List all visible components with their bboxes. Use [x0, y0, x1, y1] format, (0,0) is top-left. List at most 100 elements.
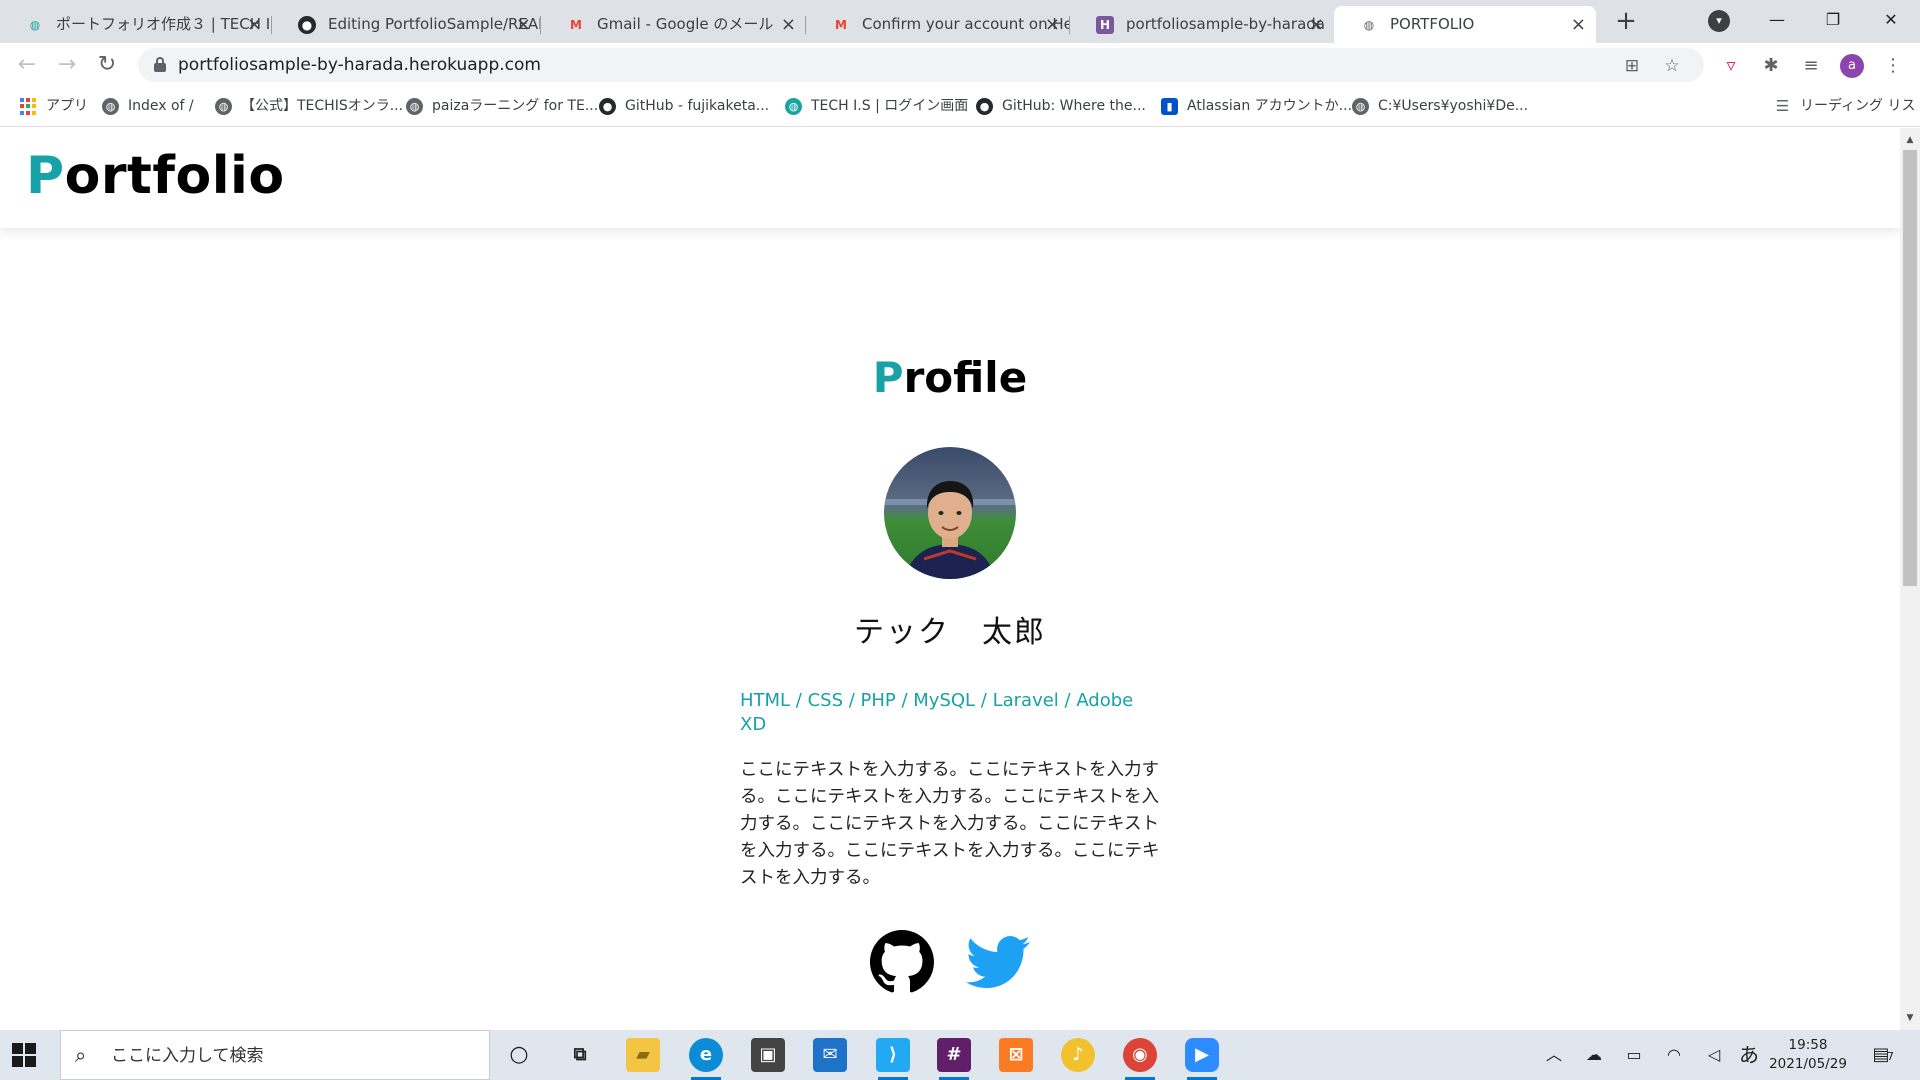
- clock-time: 19:58: [1788, 1037, 1828, 1053]
- browser-tab[interactable]: H portfoliosample-by-harada ×: [1070, 6, 1334, 43]
- profile-avatar[interactable]: a: [1840, 54, 1864, 78]
- site-header: Portfolio: [0, 128, 1900, 228]
- notification-icon[interactable]: 7 ▤: [1868, 1042, 1894, 1068]
- bookmark-item[interactable]: ▮ Atlassian アカウントか...: [1161, 87, 1352, 125]
- bookmark-item[interactable]: ● GitHub: Where the...: [976, 87, 1146, 125]
- github-icon: ●: [298, 16, 316, 34]
- cortana-icon[interactable]: ○: [502, 1038, 536, 1072]
- battery-icon[interactable]: ▭: [1620, 1030, 1648, 1080]
- scrollbar-thumb[interactable]: [1903, 150, 1917, 586]
- browser-tab[interactable]: ● Editing PortfolioSample/README ×: [272, 6, 541, 43]
- media-control-icon[interactable]: ≡: [1800, 55, 1822, 77]
- bookmarks-bar: アプリ ◍ Index of / ◍ 【公式】TECHISオンラ... ◍ pa…: [0, 87, 1920, 127]
- close-tab-icon[interactable]: ×: [1571, 6, 1586, 43]
- bookmark-item[interactable]: ◍ TECH I.S | ログイン画面: [785, 87, 968, 125]
- site-logo[interactable]: Portfolio: [26, 146, 285, 206]
- logo-text: ortfolio: [64, 146, 285, 206]
- bookmark-item[interactable]: ◍ 【公式】TECHISオンラ...: [215, 87, 403, 125]
- bookmark-item[interactable]: ◍ C:¥Users¥yoshi¥De...: [1352, 87, 1528, 125]
- wifi-icon[interactable]: ◠: [1660, 1030, 1688, 1080]
- lock-icon[interactable]: [154, 57, 166, 72]
- slack-icon[interactable]: #: [937, 1038, 971, 1080]
- ime-indicator[interactable]: あ: [1735, 1030, 1763, 1080]
- browser-toolbar: ← → ↻ portfoliosample-by-harada.herokuap…: [0, 43, 1920, 87]
- reading-list-icon: ☰: [1775, 97, 1790, 115]
- bookmark-item[interactable]: ◍ paizaラーニング for TE...: [406, 87, 598, 125]
- pocket-extension-icon[interactable]: ▿: [1720, 55, 1742, 77]
- volume-icon[interactable]: ◁: [1700, 1030, 1728, 1080]
- browser-tab[interactable]: M Confirm your account on Heroku ×: [806, 6, 1070, 43]
- search-placeholder: ここに入力して検索: [111, 1046, 264, 1066]
- edge-icon[interactable]: e: [689, 1038, 723, 1080]
- reading-list-label: リーディング リスト: [1800, 98, 1920, 114]
- windows-start-icon[interactable]: [12, 1043, 36, 1067]
- bookmark-label: C:¥Users¥yoshi¥De...: [1378, 98, 1529, 114]
- close-window-icon[interactable]: ✕: [1868, 0, 1914, 40]
- github-icon: ●: [599, 98, 616, 115]
- close-tab-icon[interactable]: ×: [1045, 6, 1060, 43]
- globe-icon: ◍: [29, 18, 41, 32]
- zoom-icon[interactable]: ▶: [1185, 1038, 1219, 1080]
- taskbar-search-box[interactable]: ⌕ ここに入力して検索: [60, 1030, 490, 1080]
- bookmark-label: 【公式】TECHISオンラ...: [241, 98, 404, 114]
- globe-icon: ◍: [1352, 98, 1369, 115]
- scroll-up-arrow-icon[interactable]: ▲: [1900, 132, 1920, 148]
- bookmark-item[interactable]: ● GitHub - fujikaketa...: [599, 87, 769, 125]
- reading-list-button[interactable]: ☰ リーディング リスト: [1774, 87, 1920, 125]
- mail-icon[interactable]: ✉: [813, 1038, 847, 1072]
- forward-arrow-icon[interactable]: →: [51, 49, 83, 81]
- notification-count: 7: [1887, 1050, 1894, 1063]
- back-arrow-icon[interactable]: ←: [11, 49, 43, 81]
- onedrive-icon[interactable]: ☁: [1580, 1030, 1608, 1080]
- social-links: [0, 930, 1900, 994]
- music-icon[interactable]: ♪: [1061, 1038, 1095, 1072]
- tab-search-icon[interactable]: ▾: [1708, 10, 1730, 32]
- task-view-icon[interactable]: ⧉: [563, 1038, 597, 1072]
- translate-icon[interactable]: ⊞: [1622, 56, 1642, 76]
- xampp-icon[interactable]: ⊠: [999, 1038, 1033, 1072]
- person-name: テック 太郎: [854, 615, 1046, 650]
- more-menu-icon[interactable]: ⋮: [1882, 55, 1904, 77]
- extensions-puzzle-icon[interactable]: ✱: [1760, 55, 1782, 77]
- chevron-up-icon[interactable]: ︿: [1540, 1030, 1568, 1080]
- close-tab-icon[interactable]: ×: [781, 6, 796, 43]
- restore-icon[interactable]: ❐: [1810, 0, 1856, 40]
- tab-title: Confirm your account on Heroku: [862, 15, 1070, 33]
- profile-avatar-photo: [884, 447, 1016, 579]
- github-link[interactable]: [870, 930, 935, 994]
- bookmark-item[interactable]: ◍ Index of /: [102, 87, 194, 125]
- gmail-icon: M: [570, 18, 582, 32]
- url-text[interactable]: portfoliosample-by-harada.herokuapp.com: [178, 48, 541, 82]
- browser-tab[interactable]: ◍ ポートフォリオ作成３ | TECH I.S ×: [0, 6, 272, 43]
- store-icon[interactable]: ▣: [751, 1038, 785, 1072]
- address-bar[interactable]: portfoliosample-by-harada.herokuapp.com …: [138, 48, 1704, 82]
- tab-title: Editing PortfolioSample/README: [328, 15, 541, 33]
- heroku-icon: H: [1096, 16, 1114, 34]
- scroll-down-arrow-icon[interactable]: ▼: [1900, 1010, 1920, 1026]
- page-scrollbar[interactable]: ▲ ▼: [1900, 128, 1920, 1030]
- file-explorer-icon[interactable]: ▰: [626, 1038, 660, 1072]
- search-icon: ⌕: [75, 1043, 87, 1067]
- close-tab-icon[interactable]: ×: [247, 6, 262, 43]
- chrome-icon[interactable]: ◉: [1123, 1038, 1157, 1080]
- twitter-link[interactable]: [965, 930, 1030, 994]
- bookmark-apps[interactable]: アプリ: [20, 87, 88, 125]
- close-tab-icon[interactable]: ×: [1309, 6, 1324, 43]
- new-tab-button[interactable]: +: [1610, 6, 1642, 38]
- browser-tab-active[interactable]: ◍ PORTFOLIO ×: [1334, 6, 1596, 43]
- close-tab-icon[interactable]: ×: [516, 6, 531, 43]
- clock[interactable]: 19:58 2021/05/29: [1766, 1036, 1850, 1074]
- twitter-icon: [965, 936, 1030, 988]
- bookmark-star-icon[interactable]: ☆: [1662, 56, 1682, 76]
- bookmark-label: paizaラーニング for TE...: [432, 98, 599, 114]
- vscode-icon[interactable]: ⟩: [876, 1038, 910, 1080]
- reload-icon[interactable]: ↻: [91, 49, 123, 81]
- minimize-icon[interactable]: —: [1754, 0, 1800, 40]
- skills-list: HTML / CSS / PHP / MySQL / Laravel / Ado…: [740, 690, 1134, 735]
- bookmark-label: アプリ: [46, 98, 88, 114]
- profile-photo-icon: [884, 447, 1016, 579]
- clock-date: 2021/05/29: [1769, 1056, 1847, 1072]
- bookmark-label: Index of /: [128, 98, 194, 114]
- trello-icon: ▮: [1161, 98, 1178, 115]
- browser-tab[interactable]: M Gmail - Google のメール ×: [541, 6, 806, 43]
